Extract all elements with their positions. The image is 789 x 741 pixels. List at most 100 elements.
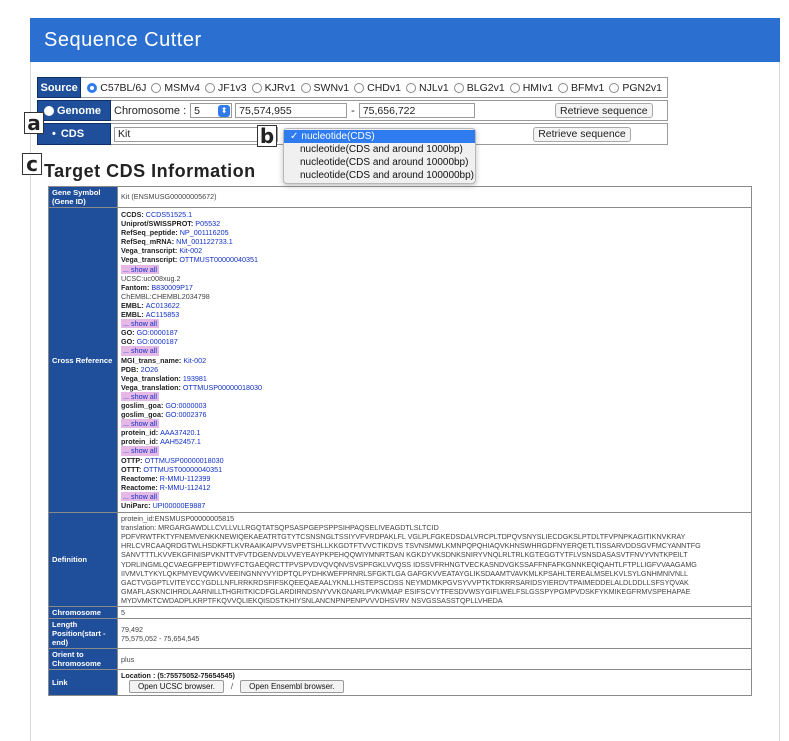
source-option[interactable]: MSMv4: [151, 82, 200, 94]
cross-ref-link[interactable]: AC115853: [146, 310, 179, 319]
show-all-link[interactable]: ... show all: [121, 446, 159, 456]
cross-ref-link[interactable]: OTTMUSP00000018030: [183, 383, 262, 392]
open-ensembl-button[interactable]: Open Ensembl browser.: [240, 680, 344, 694]
definition-line: SANVTTTLKVVEKGFINISPVKNTTVFVTDGENVDLVVEY…: [121, 550, 688, 560]
source-radio[interactable]: [609, 82, 620, 93]
source-option[interactable]: KJRv1: [251, 82, 296, 94]
cross-ref-link[interactable]: NM_001122733.1: [176, 237, 233, 246]
source-radio[interactable]: [251, 82, 262, 93]
cross-ref-link[interactable]: OTTMUSP00000018030: [145, 456, 224, 465]
cross-ref-link[interactable]: R-MMU-112399: [160, 474, 211, 483]
source-option[interactable]: NJLv1: [405, 81, 449, 94]
dropdown-option[interactable]: nucleotide(CDS and around 100000bp): [284, 169, 475, 182]
source-radio[interactable]: [87, 82, 98, 93]
cross-ref-link[interactable]: Kit-002: [179, 246, 202, 255]
cross-ref-key: GO:: [121, 328, 135, 338]
chevron-updown-icon: ⬍: [218, 104, 231, 117]
genome-retrieve-button[interactable]: Retrieve sequence: [554, 103, 653, 118]
cds-mode[interactable]: • CDS: [37, 123, 111, 145]
cross-ref-key: goslim_goa:: [121, 410, 164, 420]
definition-line: GACTVGGPTLVITEYCCYGDLLNFLRRKRDSFIFSKQEEQ…: [121, 577, 689, 587]
dropdown-option[interactable]: ✓ nucleotide(CDS): [284, 130, 475, 143]
dropdown-option[interactable]: nucleotide(CDS and around 10000bp): [284, 156, 475, 169]
cross-ref-link[interactable]: B830009P17: [151, 283, 193, 292]
cross-ref-link[interactable]: Kit-002: [183, 356, 206, 365]
cross-ref-link[interactable]: GO:0002376: [165, 410, 206, 419]
cross-ref-key: EMBL:: [121, 310, 144, 320]
source-option[interactable]: HMIv1: [509, 82, 553, 94]
cross-ref-link[interactable]: NP_001116205: [180, 228, 229, 237]
source-option[interactable]: CHDv1: [354, 82, 401, 94]
source-radio[interactable]: [205, 82, 216, 93]
genome-radio[interactable]: [44, 105, 54, 116]
source-option[interactable]: SWNv1: [300, 82, 349, 94]
genome-end-input[interactable]: 75,656,722: [358, 103, 475, 118]
cross-ref-item: Vega_transcript: Kit-002: [121, 246, 748, 255]
source-options: C57BL/6J MSMv4 JF1v3 KJRv1 SWNv1 CHDv1 NJLv1 BL…: [81, 77, 668, 98]
cds-bullet-icon: •: [52, 128, 56, 140]
source-option[interactable]: BFMv1: [558, 82, 604, 94]
cross-ref-item: GO: GO:0000187: [121, 337, 748, 346]
source-option[interactable]: C57BL/6J: [87, 82, 146, 94]
cross-ref-key: Vega_translation:: [121, 382, 181, 392]
cross-ref-link[interactable]: AAA37420.1: [160, 428, 200, 437]
cross-ref-key: PDB:: [121, 364, 139, 374]
definition-text: protein_id:ENSMUSP00000005815 translation…: [117, 512, 752, 608]
cross-ref-link[interactable]: GO:0000003: [165, 401, 206, 410]
cross-ref-item: OTTP: OTTMUSP00000018030: [121, 456, 748, 465]
show-all-link[interactable]: ... show all: [121, 491, 159, 501]
show-all-link[interactable]: ... show all: [121, 319, 159, 329]
cross-ref-link[interactable]: AAH52457.1: [160, 437, 201, 446]
cross-ref-link[interactable]: GO:0000187: [137, 337, 178, 346]
cross-ref-link[interactable]: R-MMU-112412: [160, 483, 211, 492]
cross-ref-item: protein_id: AAH52457.1: [121, 437, 748, 446]
source-option[interactable]: JF1v3: [205, 82, 247, 94]
source-radio[interactable]: [300, 82, 311, 93]
show-all-link-row: ... show all: [121, 446, 748, 456]
source-radio[interactable]: [151, 82, 162, 93]
gene-input[interactable]: Kit: [114, 126, 278, 142]
source-radio[interactable]: [558, 82, 569, 93]
source-option-label: BFMv1: [571, 81, 605, 94]
open-ucsc-button[interactable]: Open UCSC browser.: [129, 680, 224, 694]
dropdown-option-label: nucleotide(CDS and around 1000bp): [300, 144, 463, 155]
cross-ref-key: Uniprot/SWISSPROT:: [121, 219, 194, 229]
source-option-label: MSMv4: [164, 81, 201, 94]
source-radio[interactable]: [405, 82, 416, 93]
genome-start-input[interactable]: 75,574,955: [235, 103, 348, 118]
cross-ref-item: EMBL: AC013622: [121, 301, 748, 310]
genome-mode[interactable]: Genome: [37, 100, 111, 121]
chromosome-select[interactable]: 5 ⬍: [190, 103, 233, 118]
cross-ref-plain: UCSC:uc008xug.2: [121, 273, 181, 283]
cross-ref-key: RefSeq_peptide:: [121, 228, 178, 238]
annotation-c: c: [22, 153, 42, 175]
cross-ref-item: Reactome: R-MMU-112399: [121, 474, 748, 483]
show-all-link[interactable]: ... show all: [121, 346, 159, 356]
cross-ref-link[interactable]: CCDS51525.1: [146, 210, 192, 219]
source-option-label: NJLv1: [418, 81, 449, 94]
cross-ref-link[interactable]: GO:0000187: [137, 328, 178, 337]
cross-reference-row: Cross Reference CCDS: CCDS51525.1 Uniprot/…: [48, 206, 752, 514]
show-all-link[interactable]: ... show all: [121, 391, 159, 401]
dropdown-option[interactable]: nucleotide(CDS and around 1000bp): [284, 143, 475, 156]
source-option[interactable]: BLG2v1: [453, 82, 505, 94]
cross-ref-link[interactable]: AC013622: [146, 301, 180, 310]
cross-ref-link[interactable]: OTTMUST00000040351: [143, 465, 222, 474]
source-radio[interactable]: [453, 82, 464, 93]
show-all-link[interactable]: ... show all: [121, 264, 159, 274]
source-radio[interactable]: [354, 82, 365, 93]
cds-retrieve-button[interactable]: Retrieve sequence: [533, 126, 631, 142]
cross-ref-link[interactable]: OTTMUST00000040351: [179, 255, 258, 264]
source-radio[interactable]: [509, 82, 520, 93]
sequence-type-dropdown[interactable]: ✓ nucleotide(CDS) nucleotide(CDS and aroun…: [283, 128, 476, 184]
cross-ref-link[interactable]: UPI00000E9887: [153, 501, 206, 510]
cross-ref-link[interactable]: 2O26: [141, 365, 159, 374]
cross-ref-key: Vega_transcript:: [121, 246, 178, 256]
cross-ref-link[interactable]: P05532: [195, 219, 220, 228]
definition-line: protein_id:ENSMUSP00000005815: [121, 514, 235, 524]
source-option[interactable]: PGN2v1: [609, 82, 662, 94]
cross-ref-item: RefSeq_mRNA: NM_001122733.1: [121, 237, 748, 246]
show-all-link[interactable]: ... show all: [121, 419, 159, 429]
chromosome-label: Chromosome :: [114, 104, 187, 117]
cross-ref-link[interactable]: 193981: [183, 374, 207, 383]
